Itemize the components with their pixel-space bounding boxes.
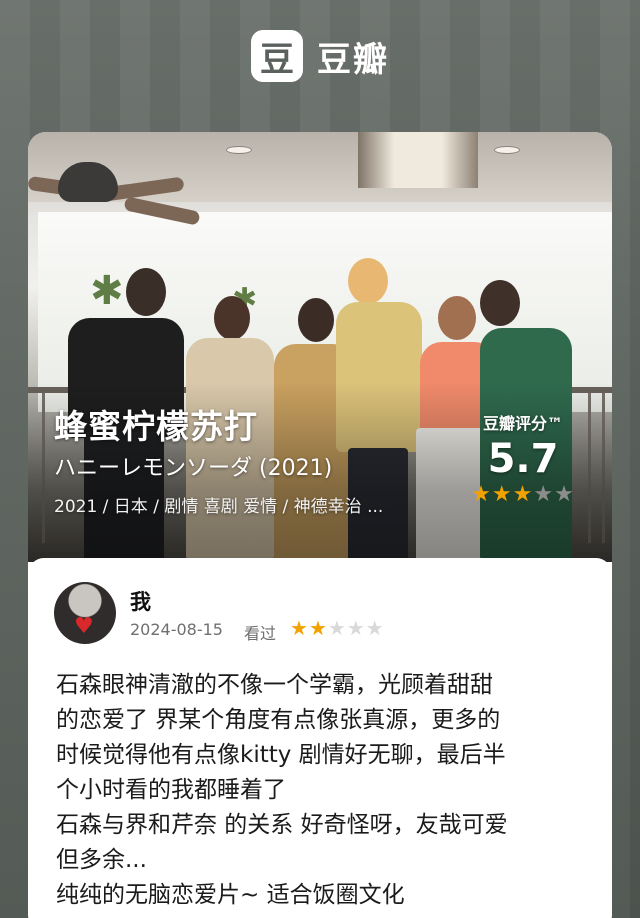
star-filled-icon: ★ — [308, 616, 328, 640]
movie-original-title: ハニーレモンソーダ (2021) — [54, 456, 333, 481]
douban-score: 豆瓣评分™ 5.7 ★★★★★ — [468, 410, 578, 507]
review-line: 但多余... — [56, 847, 147, 873]
star-empty-icon: ★ — [327, 616, 347, 640]
star-empty-icon: ★ — [533, 482, 555, 507]
douban-header: 豆 豆瓣 — [0, 30, 640, 82]
star-filled-icon: ★ — [491, 482, 513, 507]
review-date: 2024-08-15 — [130, 620, 223, 639]
share-card: ✱ ✱ 蜂蜜柠檬苏打 ハニーレモンソーダ (2021) 2021 / 日本 / … — [28, 132, 612, 918]
heart-icon: ♥ — [74, 614, 94, 639]
review-line: 个小时看的我都睡着了 — [56, 777, 286, 803]
star-empty-icon: ★ — [346, 616, 366, 640]
review-card: ♥ 我 2024-08-15 看过 ★★★★★ 石森眼神清澈的不像一个学霸，光顾… — [28, 558, 612, 918]
review-line: 石森与界和芹奈 的关系 好奇怪呀，友哉可爱 — [56, 812, 508, 838]
poster-palm-tree: ✱ — [90, 268, 124, 314]
star-filled-icon: ★ — [290, 616, 309, 640]
movie-meta: 2021 / 日本 / 剧情 喜剧 爱情 / 神德幸治 ... — [54, 497, 384, 517]
review-line: 的恋爱了 界某个角度有点像张真源，更多的 — [56, 707, 501, 733]
brand-name: 豆瓣 — [317, 39, 389, 80]
review-text: 石森眼神清澈的不像一个学霸，光顾着甜甜 的恋爱了 界某个角度有点像张真源，更多的… — [56, 668, 596, 913]
watch-status: 看过 — [244, 624, 277, 643]
poster-ceiling-light — [226, 146, 252, 154]
star-empty-icon: ★ — [554, 482, 575, 507]
movie-poster[interactable]: ✱ ✱ 蜂蜜柠檬苏打 ハニーレモンソーダ (2021) 2021 / 日本 / … — [28, 132, 612, 562]
review-line: 时候觉得他有点像kitty 剧情好无聊，最后半 — [56, 742, 506, 768]
score-stars: ★★★★★ — [468, 482, 578, 507]
score-label: 豆瓣评分™ — [482, 414, 563, 433]
reviewer-name[interactable]: 我 — [130, 586, 151, 616]
star-filled-icon: ★ — [471, 482, 492, 507]
review-rating-stars: ★★★★★ — [290, 616, 385, 640]
review-line: 石森眼神清澈的不像一个学霸，光顾着甜甜 — [56, 672, 493, 698]
star-empty-icon: ★ — [365, 616, 385, 640]
review-line: 纯纯的无脑恋爱片~ 适合饭圈文化 — [56, 882, 405, 908]
poster-skylight — [358, 132, 478, 188]
avatar[interactable]: ♥ — [54, 582, 116, 644]
star-filled-icon: ★ — [512, 482, 534, 507]
poster-ceiling-light — [494, 146, 520, 154]
score-value: 5.7 — [487, 436, 559, 482]
movie-title[interactable]: 蜂蜜柠檬苏打 — [54, 400, 258, 448]
douban-logo-icon: 豆 — [251, 30, 303, 82]
